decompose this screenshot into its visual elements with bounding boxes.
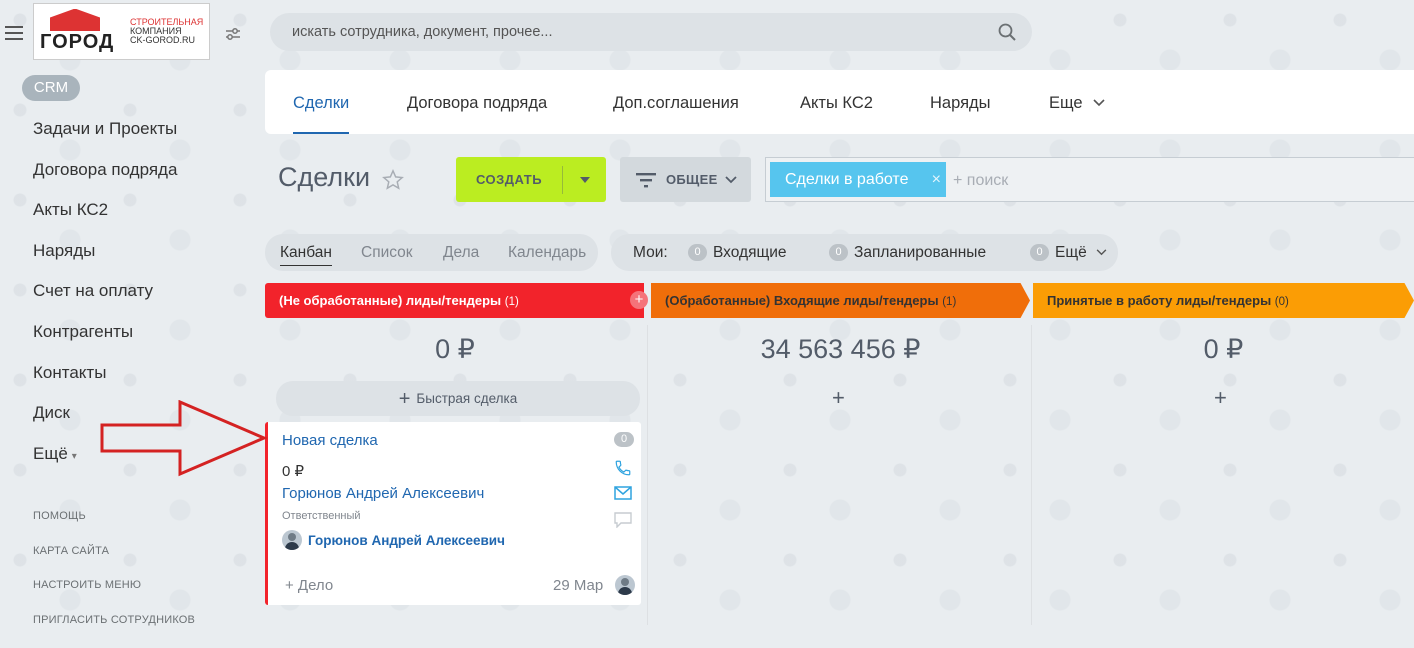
add-activity-link[interactable]: + Дело	[285, 577, 333, 594]
configure-menu-link[interactable]: НАСТРОИТЬ МЕНЮ	[33, 579, 195, 614]
company-logo[interactable]: ГОРОД СТРОИТЕЛЬНАЯ КОМПАНИЯ CK-GOROD.RU	[33, 3, 210, 60]
logo-emblem: ГОРОД	[36, 7, 128, 57]
star-icon[interactable]	[382, 169, 404, 191]
view-switcher: Канбан Список Дела Календарь	[265, 234, 598, 271]
avatar	[282, 530, 302, 550]
logo-text: СТРОИТЕЛЬНАЯ КОМПАНИЯ CK-GOROD.RU	[130, 18, 203, 45]
activity-count-badge: 0	[614, 432, 634, 447]
filter-chip[interactable]: Сделки в работе ×	[770, 162, 946, 197]
logo-word: ГОРОД	[38, 31, 116, 54]
filter-icon	[636, 172, 656, 188]
tab-acts[interactable]: Акты КС2	[800, 70, 873, 134]
create-button-label: СОЗДАТЬ	[456, 172, 562, 187]
tab-deals[interactable]: Сделки	[293, 70, 349, 134]
phone-icon[interactable]	[614, 459, 632, 477]
tab-more[interactable]: Еще	[1049, 70, 1105, 134]
filter-search-placeholder: + поиск	[953, 158, 1008, 203]
search-placeholder: искать сотрудника, документ, прочее...	[292, 24, 552, 40]
tab-addendums[interactable]: Доп.соглашения	[613, 70, 739, 134]
sidebar-item-acts[interactable]: Акты КС2	[33, 200, 177, 241]
top-tabs: Сделки Договора подряда Доп.соглашения А…	[265, 70, 1414, 134]
counter-planned[interactable]: 0Запланированные	[829, 234, 986, 271]
responsible-name: Горюнов Андрей Алексеевич	[308, 533, 505, 548]
avatar[interactable]	[615, 575, 635, 595]
deal-card[interactable]: Новая сделка 0 0 ₽ Горюнов Андрей Алексе…	[265, 422, 641, 605]
tab-orders[interactable]: Наряды	[930, 70, 991, 134]
sidebar-item-tasks[interactable]: Задачи и Проекты	[33, 119, 177, 160]
sliders-icon[interactable]	[225, 27, 241, 41]
view-kanban[interactable]: Канбан	[280, 234, 332, 271]
create-button[interactable]: СОЗДАТЬ	[456, 157, 606, 202]
filter-preset-button[interactable]: ОБЩЕЕ	[620, 157, 751, 202]
filter-search-box[interactable]: Сделки в работе × + поиск	[765, 157, 1414, 202]
sidebar-item-contracts[interactable]: Договора подряда	[33, 160, 177, 201]
counter-incoming[interactable]: 0Входящие	[688, 234, 787, 271]
view-list[interactable]: Список	[361, 234, 413, 271]
stage-header-accepted[interactable]: Принятые в работу лиды/тендеры (0)	[1033, 283, 1414, 318]
sidebar-system-links: ПОМОЩЬ КАРТА САЙТА НАСТРОИТЬ МЕНЮ ПРИГЛА…	[33, 510, 195, 648]
quick-deal-button[interactable]: + Быстрая сделка	[276, 381, 640, 416]
add-deal-plus-icon[interactable]: +	[1214, 385, 1227, 411]
create-dropdown-arrow[interactable]	[563, 177, 606, 183]
deal-date: 29 Мар	[553, 577, 603, 594]
tab-contracts[interactable]: Договора подряда	[407, 70, 547, 134]
column-divider	[647, 325, 648, 625]
help-link[interactable]: ПОМОЩЬ	[33, 510, 195, 545]
chevron-down-icon: ▾	[72, 451, 77, 462]
sidebar-item-counterparties[interactable]: Контрагенты	[33, 322, 177, 363]
deal-contact-link[interactable]: Горюнов Андрей Алексеевич	[282, 485, 484, 502]
plus-icon: +	[399, 388, 411, 410]
search-input[interactable]: искать сотрудника, документ, прочее...	[270, 13, 1032, 51]
filter-preset-label: ОБЩЕЕ	[666, 172, 718, 187]
deal-sum: 0 ₽	[282, 462, 304, 480]
add-deal-plus-icon[interactable]: +	[832, 385, 845, 411]
stage-sum-accepted: 0 ₽	[1033, 334, 1414, 365]
sidebar-item-orders[interactable]: Наряды	[33, 241, 177, 282]
search-icon[interactable]	[998, 23, 1016, 41]
annotation-arrow	[100, 400, 270, 480]
chat-icon[interactable]	[614, 512, 632, 528]
view-calendar[interactable]: Календарь	[508, 234, 586, 271]
invite-link[interactable]: ПРИГЛАСИТЬ СОТРУДНИКОВ	[33, 614, 195, 648]
chevron-down-icon	[725, 176, 737, 184]
responsible-label: Ответственный	[282, 510, 361, 522]
counter-more[interactable]: 0Ещё	[1030, 234, 1107, 271]
caret-down-icon	[580, 177, 590, 183]
sidebar-crm-active[interactable]: CRM	[22, 75, 80, 101]
activity-counters: Мои: 0Входящие 0Запланированные 0Ещё	[611, 234, 1118, 271]
sidebar-item-contacts[interactable]: Контакты	[33, 363, 177, 404]
chevron-down-icon	[1096, 249, 1107, 256]
close-icon[interactable]: ×	[932, 162, 941, 197]
column-divider	[1031, 325, 1032, 625]
sidebar-item-invoice[interactable]: Счет на оплату	[33, 281, 177, 322]
stage-sum-unprocessed: 0 ₽	[265, 334, 645, 365]
quick-deal-label: Быстрая сделка	[416, 391, 517, 406]
deal-title-link[interactable]: Новая сделка	[282, 432, 378, 449]
add-stage-icon[interactable]: +	[630, 291, 648, 309]
responsible-user[interactable]: Горюнов Андрей Алексеевич	[282, 530, 505, 550]
page-title: Сделки	[278, 162, 370, 193]
sitemap-link[interactable]: КАРТА САЙТА	[33, 545, 195, 580]
stage-header-unprocessed[interactable]: (Не обработанные) лиды/тендеры (1)	[265, 283, 644, 318]
view-activities[interactable]: Дела	[443, 234, 479, 271]
hamburger-menu-icon[interactable]	[5, 26, 23, 40]
stage-header-processed[interactable]: (Обработанные) Входящие лиды/тендеры (1)	[651, 283, 1030, 318]
mail-icon[interactable]	[614, 486, 632, 500]
filter-chip-label: Сделки в работе	[785, 171, 908, 188]
counter-mine-label: Мои:	[633, 234, 668, 271]
chevron-down-icon	[1093, 99, 1105, 107]
stage-sum-processed: 34 563 456 ₽	[651, 334, 1030, 365]
